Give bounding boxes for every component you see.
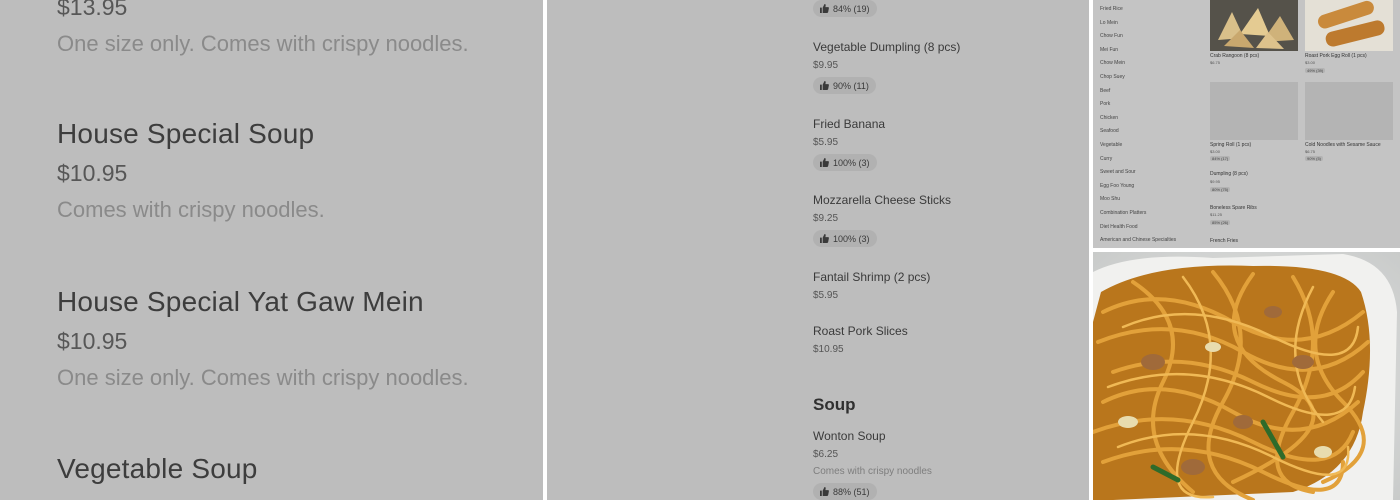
category-link[interactable]: Beef [1100,88,1176,102]
item-description: One size only. Comes with crispy noodles… [57,31,469,56]
menu-item[interactable]: Vegetable Dumpling (8 pcs) $9.95 90% (11… [813,40,960,95]
category-link[interactable]: Moo Shu [1100,196,1176,210]
thumbs-up-icon [820,487,829,496]
category-link[interactable]: Lo Mein [1100,20,1176,34]
food-photo [1093,252,1400,500]
item-name: Vegetable Soup [57,453,258,484]
item-price: $5.95 [813,137,839,148]
category-link[interactable]: Curry [1100,156,1176,170]
rating-text: 84% (19) [833,3,870,14]
card-price: $3.00 [1305,60,1316,65]
menu-item[interactable]: House Special Yat Gaw Mein $10.95 One si… [57,286,469,391]
item-name: House Special Yat Gaw Mein [57,286,424,317]
card-title: Crab Rangoon (8 pcs) [1210,53,1260,59]
rating-chip: 88% (51) [813,483,877,500]
category-link[interactable]: Diet Health Food [1100,224,1176,238]
zoomed-menu-panel: $13.95 One size only. Comes with crispy … [0,0,543,500]
cold-noodles-photo-placeholder[interactable] [1305,82,1393,140]
category-link[interactable]: Pork [1100,101,1176,115]
item-price: $10.95 [813,344,844,355]
item-price: $9.95 [813,60,839,71]
card-rating: 49% (39) [1305,68,1326,73]
category-link[interactable]: Seafood [1100,128,1176,142]
item-name: Fried Banana [813,117,886,131]
item-description: Comes with crispy noodles [813,466,932,477]
thumbs-up-icon [820,81,829,90]
item-name: House Special Soup [57,118,315,149]
menu-item[interactable]: Vegetable Soup [57,453,258,485]
item-price: $9.25 [813,213,839,224]
rating-chip: 100% (3) [813,154,877,171]
card-price: $6.75 [1305,149,1316,154]
rating-chip: 84% (19) [813,0,877,17]
thumbs-up-icon [820,234,829,243]
item-price: $10.95 [57,160,128,186]
category-link[interactable]: Egg Foo Young [1100,183,1176,197]
category-sidebar: Fried Rice Lo Mein Chow Fun Mei Fun Chow… [1100,6,1176,248]
rating-text: 100% (3) [833,157,870,168]
menu-list-panel: 84% (19) Vegetable Dumpling (8 pcs) $9.9… [547,0,1089,500]
rating-chip: 100% (3) [813,230,877,247]
item-name: Vegetable Dumpling (8 pcs) [813,40,961,54]
menu-item[interactable]: 84% (19) [813,0,877,18]
category-link[interactable]: Fried Rice [1100,6,1176,20]
card-title: Dumpling (8 pcs) [1210,171,1248,177]
item-description: Comes with crispy noodles. [57,197,325,222]
spring-roll-photo-placeholder[interactable] [1210,82,1298,140]
rating-text: 100% (3) [833,233,870,244]
card-rating: 90% (5) [1305,156,1324,161]
menu-item[interactable]: Fantail Shrimp (2 pcs) $5.95 [813,270,930,301]
card-price: $6.75 [1210,60,1221,65]
menu-item[interactable]: House Special Soup $10.95 Comes with cri… [57,118,325,223]
lo-mein-photo [1093,252,1400,500]
category-link[interactable]: Vegetable [1100,142,1176,156]
menu-item[interactable]: Roast Pork Slices $10.95 [813,324,908,355]
card-rating: 84% (17) [1210,156,1231,161]
item-name: Roast Pork Slices [813,324,908,338]
menu-item[interactable]: $13.95 One size only. Comes with crispy … [57,0,469,57]
card-price: $11.25 [1210,212,1222,217]
menu-item[interactable]: Wonton Soup $6.25 Comes with crispy nood… [813,429,932,500]
category-link[interactable]: Chicken [1100,115,1176,129]
thumbs-up-icon [820,158,829,167]
category-link[interactable]: Sweet and Sour [1100,169,1176,183]
card-title: Roast Pork Egg Roll (1 pcs) [1305,53,1367,59]
category-link[interactable]: Chow Mein [1100,60,1176,74]
category-link[interactable]: Chow Fun [1100,33,1176,47]
thumbs-up-icon [820,4,829,13]
item-description: One size only. Comes with crispy noodles… [57,365,469,390]
card-rating: 80% (75) [1210,187,1231,192]
card-title: Boneless Spare Ribs [1210,205,1257,211]
crab-rangoon-photo[interactable] [1210,0,1298,51]
card-title: Cold Noodles with Sesame Sauce [1305,142,1381,148]
card-title: Spring Roll (1 pcs) [1210,142,1252,148]
rating-chip: 90% (11) [813,77,876,94]
menu-item[interactable]: Mozzarella Cheese Sticks $9.25 100% (3) [813,193,951,248]
category-link[interactable]: Mei Fun [1100,47,1176,61]
rating-text: 88% (51) [833,486,870,497]
item-price: $10.95 [57,328,128,354]
card-title: French Fries [1210,238,1239,244]
item-name: Fantail Shrimp (2 pcs) [813,270,931,284]
card-rating: 85% (26) [1210,220,1231,225]
item-price: $6.25 [813,449,839,460]
rating-text: 90% (11) [833,80,869,91]
category-link[interactable]: Chop Suey [1100,74,1176,88]
egg-roll-photo[interactable] [1305,0,1393,51]
item-price: $13.95 [57,0,128,20]
mini-site-panel: Fried Rice Lo Mein Chow Fun Mei Fun Chow… [1093,0,1400,248]
card-price: $9.95 [1210,179,1221,184]
item-name: Wonton Soup [813,429,886,443]
category-link[interactable]: American and Chinese Specialties [1100,237,1176,248]
section-title: Soup [813,395,856,414]
card-price: $3.00 [1210,149,1221,154]
item-name: Mozzarella Cheese Sticks [813,193,952,207]
menu-item[interactable]: Fried Banana $5.95 100% (3) [813,117,885,172]
item-price: $5.95 [813,290,839,301]
category-link[interactable]: Combination Platters [1100,210,1176,224]
